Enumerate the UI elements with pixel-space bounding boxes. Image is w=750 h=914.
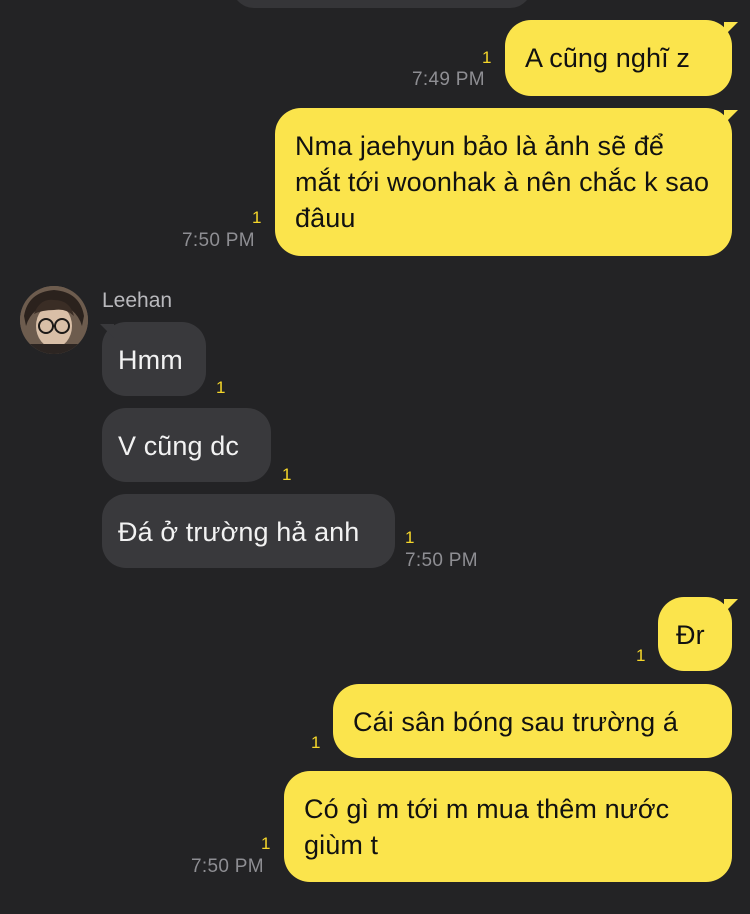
incoming-message-bubble[interactable]: Đá ở trường hả anh (102, 494, 395, 568)
unread-count: 1 (311, 733, 321, 752)
message-text: Cái sân bóng sau trường á (353, 707, 678, 737)
incoming-message-bubble[interactable]: V cũng dc (102, 408, 271, 482)
unread-count: 1 (252, 208, 262, 227)
message-text: Đr (676, 620, 705, 650)
unread-count: 1 (216, 378, 226, 397)
unread-count: 1 (405, 528, 415, 547)
bubble-tail (100, 324, 114, 338)
message-text: Có gì m tới m mua thêm nước giùm t (304, 794, 670, 860)
incoming-message-bubble[interactable]: Hmm (102, 322, 206, 396)
unread-count: 1 (282, 465, 292, 484)
unread-count: 1 (261, 834, 271, 853)
chat-thread[interactable]: 1 7:49 PM A cũng nghĩ z 1 7:50 PM Nma ja… (0, 0, 750, 914)
message-text: Nma jaehyun bảo là ảnh sẽ để mắt tới woo… (295, 131, 710, 233)
outgoing-message-bubble[interactable]: Nma jaehyun bảo là ảnh sẽ để mắt tới woo… (275, 108, 732, 256)
unread-count: 1 (636, 646, 646, 665)
outgoing-message-bubble[interactable]: Cái sân bóng sau trường á (333, 684, 732, 758)
message-timestamp: 7:50 PM (405, 550, 478, 571)
sender-name: Leehan (102, 289, 173, 312)
bubble-tail (724, 599, 738, 613)
message-text: A cũng nghĩ z (525, 43, 690, 73)
message-text: Hmm (118, 345, 183, 375)
outgoing-message-bubble[interactable]: Có gì m tới m mua thêm nước giùm t (284, 771, 732, 882)
contact-avatar[interactable] (20, 286, 88, 354)
bubble-tail (724, 22, 738, 36)
previous-message-bubble[interactable] (232, 0, 532, 8)
message-timestamp: 7:50 PM (182, 230, 255, 251)
unread-count: 1 (482, 48, 492, 67)
outgoing-message-bubble[interactable]: A cũng nghĩ z (505, 20, 732, 96)
outgoing-message-bubble[interactable]: Đr (658, 597, 732, 671)
bubble-tail (724, 110, 738, 124)
message-text: V cũng dc (118, 431, 239, 461)
message-timestamp: 7:49 PM (412, 69, 485, 90)
message-text: Đá ở trường hả anh (118, 517, 360, 547)
message-timestamp: 7:50 PM (191, 856, 264, 877)
contact-avatar-photo (20, 286, 88, 354)
